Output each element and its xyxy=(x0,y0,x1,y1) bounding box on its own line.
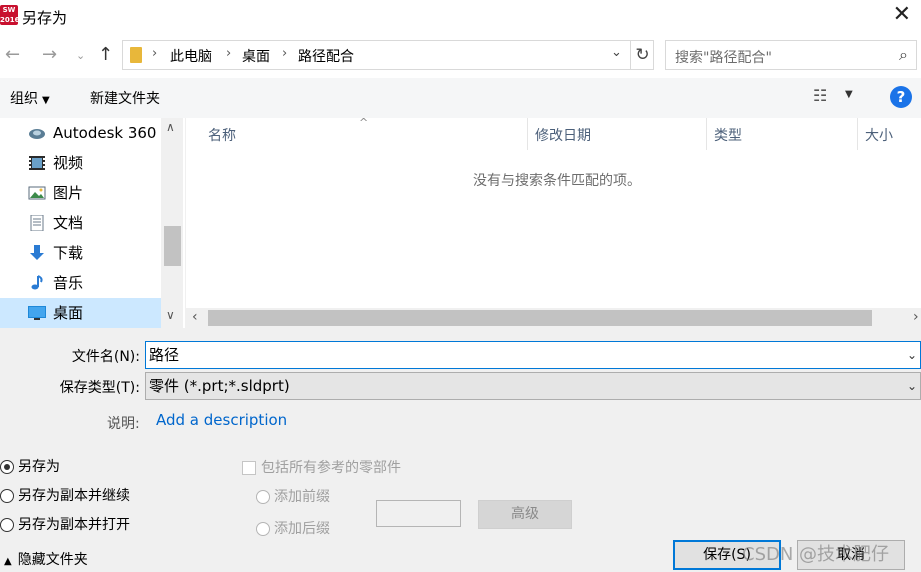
column-header-name[interactable]: 名称 xyxy=(208,125,236,145)
arrow-left-icon[interactable]: ← xyxy=(5,44,20,65)
column-divider[interactable] xyxy=(527,118,528,150)
checkbox-label: 包括所有参考的零部件 xyxy=(261,460,401,476)
sidebar-item-downloads[interactable]: 下载 xyxy=(28,238,161,268)
column-header-date-modified[interactable]: 修改日期 xyxy=(535,125,591,145)
chevron-down-icon[interactable]: ⌄ xyxy=(907,342,917,368)
radio-dot[interactable] xyxy=(256,490,270,504)
sidebar-scrollbar[interactable]: ∧ ∨ xyxy=(161,118,183,328)
organize-label: 组织 xyxy=(10,91,38,107)
document-icon xyxy=(30,215,44,231)
search-box[interactable]: 搜索"路径配合" ⌕ xyxy=(665,40,917,70)
column-divider[interactable] xyxy=(706,118,707,150)
radio-label: 添加后缀 xyxy=(274,521,330,537)
sidebar-item-music[interactable]: 音乐 xyxy=(28,268,161,298)
breadcrumb-separator: › xyxy=(226,46,232,61)
caret-down-icon[interactable]: ▼ xyxy=(845,89,853,100)
sidebar-item-label: 下载 xyxy=(53,244,84,262)
chevron-up-icon[interactable]: ∧ xyxy=(166,120,175,134)
refresh-icon[interactable]: ↻ xyxy=(630,41,654,69)
address-bar[interactable]: › 此电脑 › 桌面 › 路径配合 ⌄ ↻ xyxy=(122,40,654,70)
search-icon[interactable]: ⌕ xyxy=(899,45,908,65)
download-icon xyxy=(30,245,44,260)
sidebar-item-label: Autodesk 360 xyxy=(53,124,157,142)
radio-dot[interactable] xyxy=(0,518,14,532)
filename-field[interactable]: 路径 ⌄ xyxy=(145,341,921,369)
music-icon xyxy=(31,275,43,290)
chevron-down-icon[interactable]: ∨ xyxy=(166,308,175,322)
filename-label: 文件名(N): xyxy=(71,349,140,365)
radio-dot[interactable] xyxy=(0,460,14,474)
sidebar-item-autodesk-360[interactable]: Autodesk 360 xyxy=(28,118,161,148)
horizontal-scrollbar[interactable]: ‹ › xyxy=(186,308,921,328)
chevron-down-icon[interactable]: ⌄ xyxy=(611,45,622,60)
organize-menu-button[interactable]: 组织 ▼ xyxy=(10,88,50,108)
radio-label: 另存为副本并继续 xyxy=(18,488,130,504)
sidebar-item-desktop[interactable]: 桌面 xyxy=(0,298,161,328)
breadcrumb-separator: › xyxy=(282,46,288,61)
file-list: ^ 名称 修改日期 类型 大小 没有与搜索条件匹配的项。 ‹ › xyxy=(186,116,921,328)
command-toolbar: 组织 ▼ 新建文件夹 ☷ ▼ ? xyxy=(0,78,921,118)
hide-folders-toggle[interactable]: ▲ 隐藏文件夹 xyxy=(4,549,88,569)
empty-results-message: 没有与搜索条件匹配的项。 xyxy=(473,173,641,189)
sidebar-item-documents[interactable]: 文档 xyxy=(28,208,161,238)
chevron-right-icon[interactable]: › xyxy=(913,309,919,325)
arrow-up-icon[interactable]: ↑ xyxy=(98,44,113,65)
chevron-left-icon[interactable]: ‹ xyxy=(192,309,198,325)
caret-down-icon: ▼ xyxy=(42,95,50,106)
filetype-select[interactable]: 零件 (*.prt;*.sldprt) ⌄ xyxy=(145,372,921,400)
navigation-pane: Autodesk 360 视频 图片 文档 下载 音乐 桌面 ∧ ∨ xyxy=(0,118,185,328)
column-header-type[interactable]: 类型 xyxy=(714,125,742,145)
radio-dot[interactable] xyxy=(256,522,270,536)
filetype-label: 保存类型(T): xyxy=(59,380,140,396)
filetype-value: 零件 (*.prt;*.sldprt) xyxy=(149,377,290,395)
sidebar-item-label: 视频 xyxy=(53,154,84,172)
sidebar-item-label: 桌面 xyxy=(53,304,84,322)
radio-label: 另存为 xyxy=(18,459,60,475)
help-icon[interactable]: ? xyxy=(890,86,912,108)
breadcrumb-current-folder[interactable]: 路径配合 xyxy=(298,46,354,66)
chevron-up-icon: ▲ xyxy=(4,556,12,567)
desktop-icon xyxy=(28,306,46,320)
scrollbar-thumb[interactable] xyxy=(208,310,872,326)
view-options-icon[interactable]: ☷ xyxy=(813,86,827,105)
radio-dot[interactable] xyxy=(0,489,14,503)
hide-folders-label: 隐藏文件夹 xyxy=(17,552,88,568)
sidebar-item-label: 文档 xyxy=(53,214,84,232)
description-label: 说明: xyxy=(107,416,140,432)
arrow-right-icon[interactable]: → xyxy=(42,44,57,65)
radio-label: 添加前缀 xyxy=(274,489,330,505)
autodesk-360-icon xyxy=(29,129,45,139)
add-description-link[interactable]: Add a description xyxy=(156,411,287,429)
chevron-down-icon[interactable]: ⌄ xyxy=(907,373,917,399)
breadcrumb-this-pc[interactable]: 此电脑 xyxy=(170,46,212,66)
sidebar-item-label: 音乐 xyxy=(53,274,84,292)
sidebar-item-pictures[interactable]: 图片 xyxy=(28,178,161,208)
breadcrumb-desktop[interactable]: 桌面 xyxy=(242,46,270,66)
close-icon[interactable]: ✕ xyxy=(893,2,911,27)
watermark: CSDN @技术肥仔 xyxy=(742,544,890,565)
sidebar-item-label: 图片 xyxy=(53,184,84,202)
scrollbar-thumb[interactable] xyxy=(164,226,181,266)
sidebar-item-videos[interactable]: 视频 xyxy=(28,148,161,178)
filename-value: 路径 xyxy=(149,346,180,364)
chevron-down-icon[interactable]: ⌄ xyxy=(76,49,85,62)
solidworks-app-icon: SW 2016 xyxy=(0,5,18,25)
new-folder-button[interactable]: 新建文件夹 xyxy=(90,88,160,108)
prefix-suffix-field[interactable] xyxy=(376,500,461,527)
search-input[interactable]: 搜索"路径配合" xyxy=(675,47,772,67)
picture-icon xyxy=(28,186,46,200)
folder-icon xyxy=(130,47,142,63)
window-title: 另存为 xyxy=(22,9,68,27)
sort-ascending-icon: ^ xyxy=(359,116,369,129)
breadcrumb-separator: › xyxy=(152,46,158,61)
advanced-button[interactable]: 高级 xyxy=(478,500,572,529)
column-header-size[interactable]: 大小 xyxy=(865,125,893,145)
video-icon xyxy=(29,156,45,170)
radio-label: 另存为副本并打开 xyxy=(18,517,130,533)
title-bar: SW 2016 另存为 ✕ xyxy=(0,0,921,34)
column-divider[interactable] xyxy=(857,118,858,150)
checkbox-box[interactable] xyxy=(242,461,256,475)
